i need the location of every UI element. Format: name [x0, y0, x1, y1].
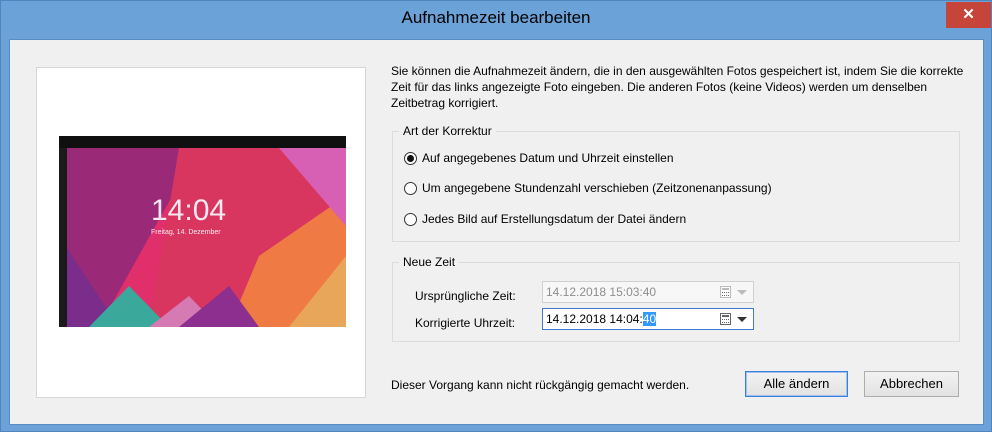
original-time-picker: 14.12.2018 15:03:40: [542, 281, 754, 303]
chevron-down-icon: [737, 290, 747, 295]
preview-date: Freitag, 14. Dezember: [151, 229, 221, 236]
photo-image: 14:04 Freitag, 14. Dezember: [59, 136, 346, 327]
close-icon: ✕: [962, 6, 975, 23]
dialog-content: 14:04 Freitag, 14. Dezember Sie können d…: [9, 39, 984, 425]
radio-file-creation-date[interactable]: Jedes Bild auf Erstellungsdatum der Date…: [404, 210, 686, 228]
correction-legend: Art der Korrektur: [399, 123, 496, 139]
undo-warning: Dieser Vorgang kann nicht rückgängig gem…: [391, 378, 690, 392]
radio-label: Um angegebene Stundenzahl verschieben (Z…: [422, 181, 772, 195]
dialog-title: Aufnahmezeit bearbeiten: [401, 8, 591, 27]
title-bar[interactable]: Aufnahmezeit bearbeiten ✕: [1, 1, 991, 35]
photo-thumbnail: 14:04 Freitag, 14. Dezember: [59, 136, 346, 327]
apply-all-button[interactable]: Alle ändern: [745, 371, 848, 397]
new-time-legend: Neue Zeit: [399, 254, 460, 270]
original-time-value: 14.12.2018 15:03:40: [546, 285, 657, 299]
calendar-icon[interactable]: [720, 313, 731, 325]
preview-clock: 14:04: [151, 194, 226, 227]
calendar-icon: [720, 286, 731, 298]
radio-label: Auf angegebenes Datum und Uhrzeit einste…: [422, 151, 674, 165]
radio-button[interactable]: [404, 212, 417, 226]
corrected-time-label: Korrigierte Uhrzeit:: [415, 316, 516, 330]
original-time-label: Ursprüngliche Zeit:: [415, 289, 516, 303]
radio-button-checked[interactable]: [404, 151, 417, 165]
selected-seconds[interactable]: 40: [642, 312, 657, 326]
cancel-button[interactable]: Abbrechen: [864, 371, 959, 397]
photo-preview-panel: 14:04 Freitag, 14. Dezember: [36, 67, 366, 398]
radio-shift-hours[interactable]: Um angegebene Stundenzahl verschieben (Z…: [404, 179, 772, 197]
new-time-group: Neue Zeit Ursprüngliche Zeit: 14.12.2018…: [392, 254, 960, 342]
description-text: Sie können die Aufnahmezeit ändern, die …: [391, 64, 964, 110]
dialog-window: Aufnahmezeit bearbeiten ✕ 14:04 Freitag,…: [0, 0, 992, 432]
radio-label: Jedes Bild auf Erstellungsdatum der Date…: [422, 212, 687, 226]
corrected-time-picker[interactable]: 14.12.2018 14:04:40: [542, 308, 754, 330]
radio-button[interactable]: [404, 181, 417, 195]
correction-type-group: Art der Korrektur Auf angegebenes Datum …: [392, 123, 960, 242]
close-button[interactable]: ✕: [946, 2, 991, 28]
chevron-down-icon[interactable]: [737, 317, 747, 322]
corrected-time-value: 14.12.2018 14:04:: [546, 312, 643, 326]
radio-set-date-time[interactable]: Auf angegebenes Datum und Uhrzeit einste…: [404, 149, 674, 167]
